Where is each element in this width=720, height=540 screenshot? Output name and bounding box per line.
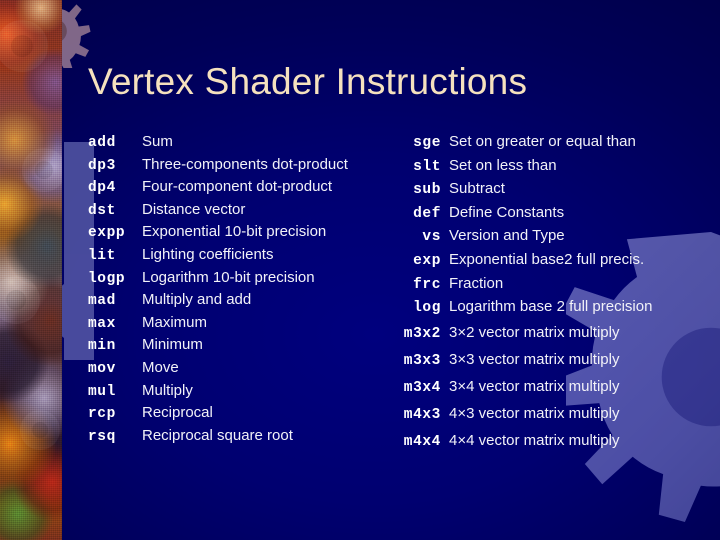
instruction-description: Set on less than	[449, 156, 557, 174]
instruction-description: Multiply	[142, 381, 193, 399]
instruction-mnemonic: mov	[88, 360, 116, 377]
instruction-mnemonic: m3x3	[403, 352, 441, 369]
instruction-description: Move	[142, 358, 179, 376]
instruction-description: 4×3 vector matrix multiply	[449, 404, 620, 422]
instruction-description: Subtract	[449, 180, 505, 198]
instruction-mnemonic: dp3	[88, 157, 116, 174]
instruction-mnemonic: vs	[422, 229, 441, 246]
instruction-description: Fraction	[449, 274, 504, 292]
instruction-mnemonic: dp4	[88, 180, 116, 197]
instruction-description: Multiply and add	[142, 291, 252, 309]
instruction-mnemonic: frc	[413, 276, 441, 293]
instruction-description: 4×4 vector matrix multiply	[449, 431, 620, 449]
page-title: Vertex Shader Instructions	[88, 61, 528, 102]
instruction-mnemonic: min	[88, 338, 116, 355]
instruction-mnemonic: slt	[413, 158, 441, 175]
instruction-mnemonic: m3x4	[403, 379, 441, 396]
instruction-description: Version and Type	[449, 227, 565, 245]
instruction-description: Distance vector	[142, 200, 246, 218]
slide-content: Vertex Shader Instructions add Sum dp3 Thre…	[0, 0, 720, 540]
instruction-description: Exponential 10-bit precision	[142, 223, 327, 241]
slide: Vertex Shader Instructions add Sum dp3 Thre…	[0, 0, 720, 540]
instruction-mnemonic: sub	[413, 182, 441, 199]
instruction-description: Minimum	[142, 336, 203, 354]
instruction-mnemonic: logp	[88, 270, 126, 287]
instruction-description: Exponential base2 full precis.	[449, 250, 645, 268]
instruction-list-right: sge Set on greater or equal than slt Set on…	[399, 131, 653, 455]
instruction-description: Reciprocal square root	[142, 426, 293, 444]
instruction-description: 3×4 vector matrix multiply	[449, 377, 620, 395]
instruction-mnemonic: def	[413, 205, 441, 222]
instruction-mnemonic: lit	[88, 247, 116, 264]
instruction-description: Four-component dot-product	[142, 178, 333, 196]
instruction-description: 3×2 vector matrix multiply	[449, 323, 620, 341]
instruction-mnemonic: add	[88, 135, 116, 151]
instruction-description: Set on greater or equal than	[449, 133, 636, 150]
instruction-list-left: add Sum dp3 Three-components dot-product dp4…	[88, 131, 348, 447]
instruction-description: Lighting coefficients	[142, 245, 274, 263]
instruction-description: Maximum	[142, 313, 208, 331]
instruction-description: Reciprocal	[142, 404, 213, 422]
instruction-mnemonic: m4x3	[403, 406, 441, 423]
instruction-mnemonic: max	[88, 315, 116, 332]
instruction-mnemonic: dst	[88, 202, 116, 219]
instruction-mnemonic: sge	[413, 135, 441, 151]
instruction-mnemonic: mul	[88, 383, 116, 400]
instruction-description: Logarithm 10-bit precision	[142, 268, 315, 286]
instruction-mnemonic: rcp	[88, 406, 116, 423]
instruction-mnemonic: m4x4	[403, 433, 441, 450]
instruction-description: Logarithm base 2 full precision	[449, 298, 653, 316]
instruction-mnemonic: rsq	[88, 428, 116, 445]
instruction-description: Sum	[142, 133, 173, 150]
instruction-mnemonic: expp	[88, 225, 126, 242]
instruction-mnemonic: m3x2	[403, 325, 441, 342]
instruction-description: 3×3 vector matrix multiply	[449, 350, 620, 368]
instruction-description: Three-components dot-product	[142, 155, 348, 173]
instruction-mnemonic: mad	[88, 293, 116, 310]
instruction-mnemonic: exp	[413, 252, 441, 269]
instruction-mnemonic: log	[413, 300, 441, 317]
instruction-description: Define Constants	[449, 203, 565, 221]
